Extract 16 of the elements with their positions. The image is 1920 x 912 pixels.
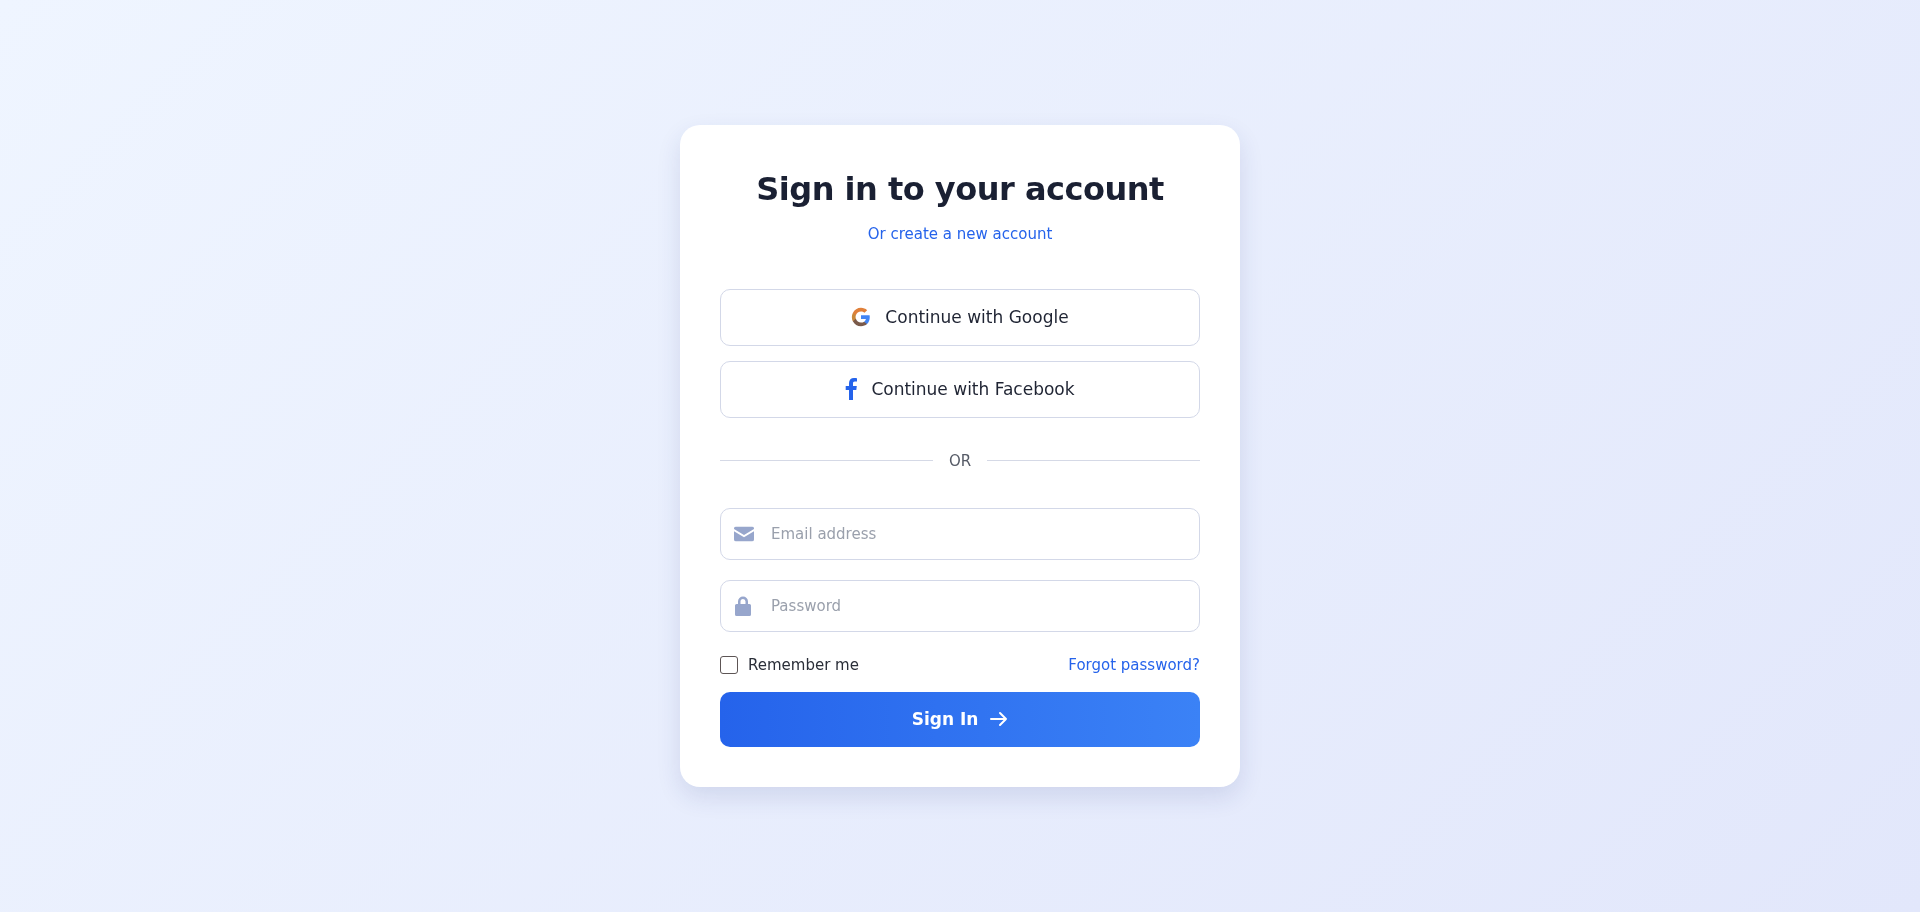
page-title: Sign in to your account [755,169,1165,210]
divider-label: OR [948,451,972,470]
facebook-sign-in-button[interactable]: Continue with Facebook [720,360,1200,418]
mail-icon [734,526,754,542]
password-field[interactable]: Password [720,579,1200,632]
remember-label: Remember me [748,655,859,674]
remember-checkbox[interactable] [720,655,738,674]
lock-icon [734,595,752,616]
sign-in-button[interactable]: Sign In [720,691,1200,747]
google-icon [851,307,872,328]
google-sign-in-button[interactable]: Continue with Google [720,288,1200,346]
facebook-icon [845,378,858,401]
create-account-link[interactable]: Or create a new account [867,224,1053,243]
forgot-password-link[interactable]: Forgot password? [1068,655,1200,674]
arrow-right-icon [990,711,1009,728]
email-field[interactable]: Email address [720,507,1200,560]
